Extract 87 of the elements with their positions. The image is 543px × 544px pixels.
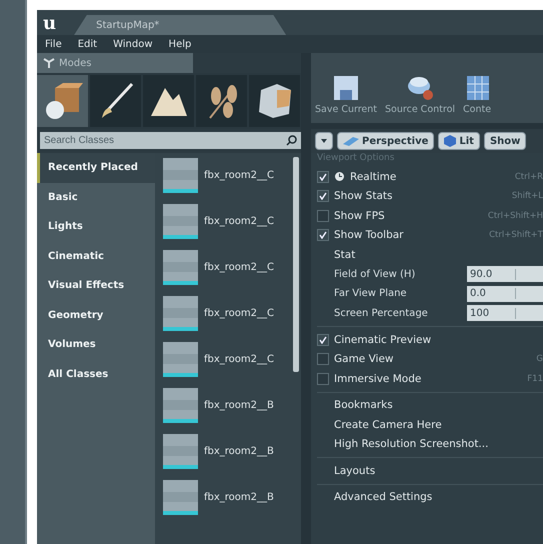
shortcut-text: Ctrl+Shift+H (488, 210, 543, 221)
menu-item[interactable]: File (45, 38, 62, 50)
asset-thumbnail[interactable] (163, 204, 198, 239)
checkmark-icon (319, 172, 327, 181)
modes-label: Modes (59, 58, 92, 68)
checkbox[interactable] (317, 229, 329, 242)
viewport-button[interactable]: Perspective (337, 132, 434, 150)
asset-thumbnail[interactable] (163, 434, 198, 469)
asset-name: fbx_room2__B (204, 492, 274, 503)
number-field[interactable]: 0.0 (467, 286, 543, 302)
menu-item[interactable]: Edit (78, 38, 98, 50)
shortcut-text: Ctrl+R (514, 172, 543, 182)
shortcut-text: G (536, 354, 543, 364)
category-item[interactable]: Volumes (37, 330, 155, 360)
category-item[interactable]: Visual Effects (37, 271, 155, 300)
category-item[interactable]: Lights (37, 212, 155, 242)
asset-thumbnail[interactable] (163, 296, 198, 331)
asset-name: fbx_room2__C (204, 216, 274, 227)
database-icon (405, 74, 436, 102)
asset-name: fbx_room2__C (204, 170, 274, 181)
mode-tool-button[interactable] (90, 75, 141, 127)
asset-thumbnail[interactable] (163, 342, 198, 377)
category-item[interactable]: Cinematic (37, 242, 155, 271)
asset-thumbnail[interactable] (163, 480, 198, 515)
category-item[interactable]: Geometry (37, 300, 155, 330)
category-item[interactable]: Basic (37, 182, 155, 212)
asset-name: fbx_room2__C (204, 262, 274, 273)
menu-item[interactable]: High Resolution Screenshot... (334, 438, 488, 450)
menu-item[interactable]: Help (168, 38, 192, 50)
search-field[interactable]: Search Classes (40, 132, 301, 149)
field-label: Screen Percentage (333, 308, 429, 319)
checkbox[interactable] (317, 170, 329, 183)
shortcut-text: F11 (527, 374, 543, 384)
viewport-button[interactable]: Show (484, 132, 526, 150)
checkmark-icon (319, 192, 327, 200)
checkbox[interactable] (317, 353, 329, 366)
number-field[interactable]: 90.0 (467, 266, 543, 282)
scrollbar-thumb[interactable] (293, 157, 299, 372)
shortcut-text: Ctrl+Shift+T (489, 230, 543, 240)
mode-tool-button[interactable] (37, 75, 88, 127)
menu-check-item[interactable]: Show FPS Ctrl+Shift+H (317, 206, 543, 226)
field-label: Far View Plane (333, 288, 408, 300)
asset-thumbnail[interactable] (163, 388, 198, 423)
menu-item[interactable]: Create Camera Here (334, 418, 442, 431)
mode-tool-button[interactable] (249, 75, 300, 127)
toolbar-button[interactable]: Save Current (315, 74, 378, 115)
cube-icon (444, 135, 456, 147)
menu-check-item[interactable]: Realtime Ctrl+R (317, 167, 543, 186)
search-icon (286, 135, 297, 146)
asset-name: fbx_room2__B (204, 400, 274, 411)
toolbar-button[interactable]: Conte (463, 74, 492, 115)
modes-icon (43, 58, 55, 68)
menu-check-item[interactable]: Game View G (317, 350, 543, 369)
menu-check-item[interactable]: Show Stats Shift+L (317, 186, 543, 206)
menu-check-item[interactable]: Immersive Mode F11 (317, 369, 543, 388)
category-item[interactable]: Recently Placed (37, 153, 155, 182)
field-label: Field of View (H) (333, 268, 416, 280)
asset-name: fbx_room2__C (204, 308, 274, 319)
menu-item[interactable]: Window (113, 38, 153, 50)
checkbox[interactable] (317, 372, 329, 385)
shortcut-text: Shift+L (512, 191, 543, 202)
checkmark-icon (319, 336, 327, 344)
grid-icon (465, 74, 490, 102)
mode-tool-button[interactable] (143, 75, 194, 127)
options-dropdown[interactable] (315, 132, 333, 150)
checkbox[interactable] (317, 334, 329, 346)
checkmark-icon (319, 231, 327, 240)
app-logo: u (43, 13, 56, 35)
checkbox[interactable] (317, 210, 329, 222)
menu-check-item[interactable]: Cinematic Preview (317, 330, 543, 350)
asset-thumbnail[interactable] (163, 158, 198, 193)
menu-item[interactable]: Layouts (334, 464, 376, 477)
mode-tool-button[interactable] (196, 75, 247, 127)
number-field[interactable]: 100 (467, 305, 543, 322)
menu-item[interactable]: Bookmarks (334, 399, 393, 412)
category-item[interactable]: All Classes (37, 360, 155, 389)
asset-name: fbx_room2__C (204, 354, 274, 365)
menu-check-item[interactable]: Show Toolbar Ctrl+Shift+T (317, 226, 543, 245)
caret-icon (321, 139, 327, 143)
menu-item[interactable]: Stat (334, 248, 356, 261)
viewport-button[interactable]: Lit (438, 132, 480, 150)
asset-name: fbx_room2__B (204, 446, 274, 457)
menu-item[interactable]: Advanced Settings (334, 491, 432, 504)
camera-plane-icon (343, 136, 359, 146)
checkbox[interactable] (317, 190, 329, 202)
asset-thumbnail[interactable] (163, 250, 198, 285)
toolbar-button[interactable]: Source Control (385, 74, 456, 115)
